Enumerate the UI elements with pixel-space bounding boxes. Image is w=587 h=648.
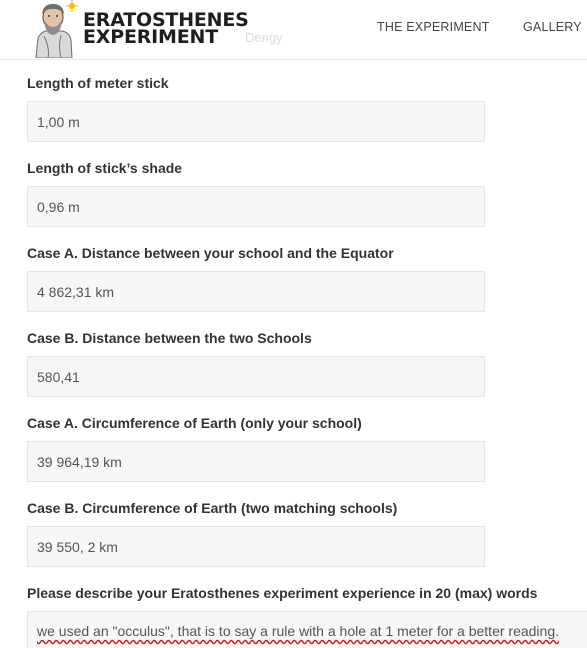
- field-label: Please describe your Eratosthenes experi…: [27, 585, 538, 601]
- case-b-distance-input[interactable]: [27, 356, 485, 397]
- field-label: Case A. Circumference of Earth (only you…: [27, 415, 362, 431]
- experience-description-textarea[interactable]: we used an "occulus", that is to say a r…: [27, 611, 587, 648]
- faded-background-text: Dengy: [245, 30, 283, 45]
- nav-item-gallery[interactable]: GALLERY: [523, 20, 582, 34]
- field-label: Length of stick’s shade: [27, 160, 183, 176]
- eratosthenes-portrait-icon: [35, 0, 78, 58]
- logo-wordmark: ERATOSTHENES EXPERIMENT: [83, 11, 249, 48]
- case-a-distance-input[interactable]: [27, 271, 485, 312]
- stick-shade-length-input[interactable]: [27, 186, 485, 227]
- meter-stick-length-input[interactable]: [27, 101, 485, 142]
- case-b-circumference-input[interactable]: [27, 526, 485, 567]
- logo-line-2: EXPERIMENT: [83, 26, 218, 48]
- field-label: Case B. Circumference of Earth (two matc…: [27, 500, 398, 516]
- site-header: ERATOSTHENES EXPERIMENT Dengy THE EXPERI…: [0, 0, 587, 60]
- case-a-circumference-input[interactable]: [27, 441, 485, 482]
- nav-item-the-experiment[interactable]: THE EXPERIMENT: [377, 20, 490, 34]
- field-label: Case A. Distance between your school and…: [27, 245, 394, 261]
- field-label: Length of meter stick: [27, 75, 169, 91]
- experience-description-text: we used an "occulus", that is to say a r…: [37, 623, 559, 639]
- field-label: Case B. Distance between the two Schools: [27, 330, 312, 346]
- site-logo-link[interactable]: ERATOSTHENES EXPERIMENT: [28, 0, 258, 58]
- page: ERATOSTHENES EXPERIMENT Dengy THE EXPERI…: [0, 0, 587, 648]
